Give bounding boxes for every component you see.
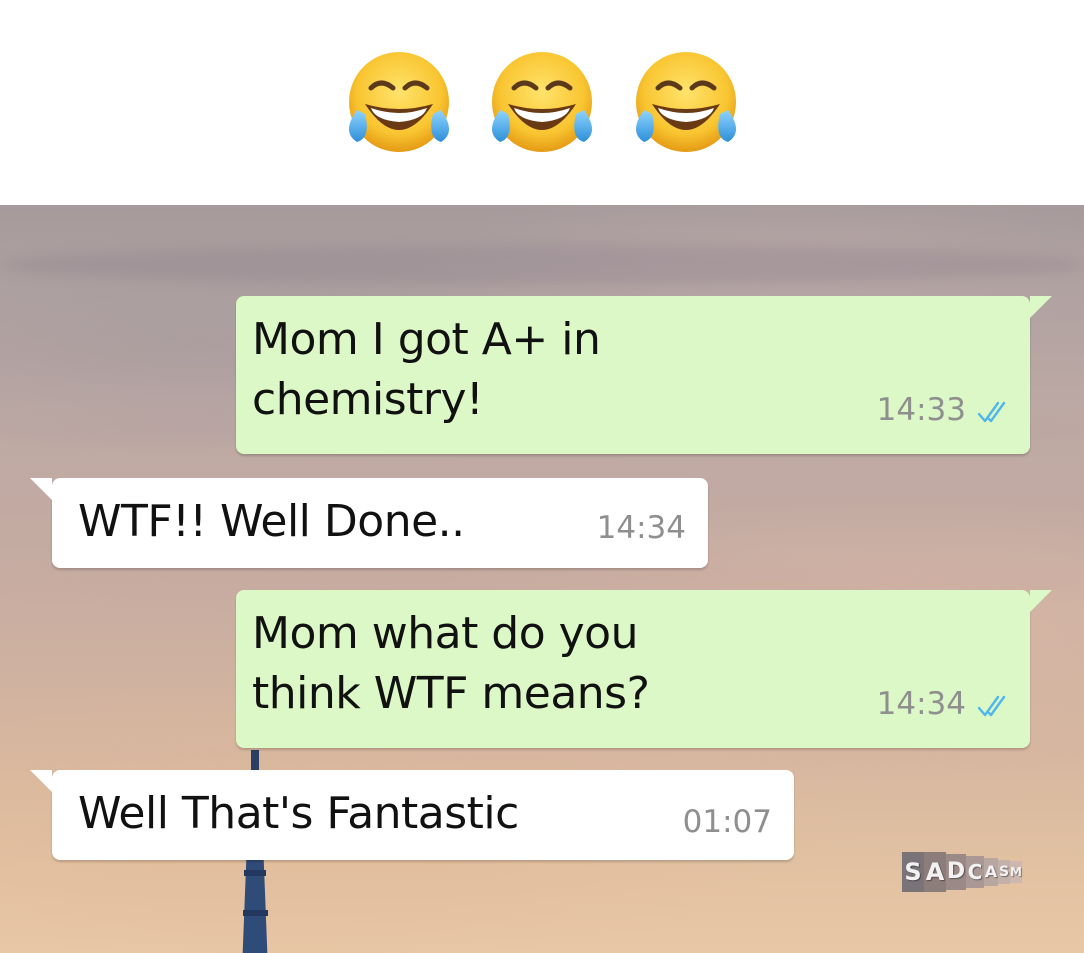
message-line: Mom what do you bbox=[252, 608, 639, 659]
message-line: Mom I got A+ in bbox=[252, 314, 601, 365]
bubble-tail bbox=[1030, 296, 1052, 318]
watermark-letter: C bbox=[966, 856, 984, 888]
message-line: Well That's Fantastic bbox=[78, 788, 519, 839]
message-line: think WTF means? bbox=[252, 668, 650, 719]
bubble-tail bbox=[30, 770, 52, 792]
message-timestamp: 14:33 bbox=[876, 392, 966, 428]
face-with-tears-of-joy-icon bbox=[636, 52, 736, 152]
watermark-letter: A bbox=[984, 858, 998, 886]
message-timestamp: 14:34 bbox=[596, 510, 686, 546]
message-text: Mom what do you think WTF means? bbox=[252, 604, 650, 724]
face-with-tears-of-joy-icon bbox=[349, 52, 449, 152]
cloud-band bbox=[0, 245, 1084, 285]
message-text: Well That's Fantastic bbox=[78, 784, 519, 844]
read-double-check-icon bbox=[977, 695, 1006, 717]
message-text: Mom I got A+ in chemistry! bbox=[252, 310, 601, 430]
watermark-letter: M bbox=[1010, 861, 1022, 883]
watermark-letter: D bbox=[946, 854, 966, 890]
message-line: WTF!! Well Done.. bbox=[78, 496, 465, 547]
bubble-tail bbox=[30, 478, 52, 500]
emoji-header bbox=[0, 0, 1084, 205]
message-bubble-outgoing[interactable]: Mom I got A+ in chemistry! 14:33 bbox=[236, 296, 1052, 454]
face-with-tears-of-joy-icon bbox=[492, 52, 592, 152]
message-text: WTF!! Well Done.. bbox=[78, 492, 465, 552]
bubble-tail bbox=[1030, 590, 1052, 612]
watermark-letter: S bbox=[902, 852, 924, 892]
message-bubble-incoming[interactable]: Well That's Fantastic 01:07 bbox=[30, 770, 794, 860]
read-double-check-icon bbox=[977, 401, 1006, 423]
watermark-letter: S bbox=[998, 860, 1010, 884]
message-bubble-outgoing[interactable]: Mom what do you think WTF means? 14:34 bbox=[236, 590, 1052, 748]
message-timestamp: 01:07 bbox=[682, 804, 772, 840]
message-bubble-incoming[interactable]: WTF!! Well Done.. 14:34 bbox=[30, 478, 708, 568]
watermark-letter: A bbox=[924, 852, 946, 892]
message-timestamp: 14:34 bbox=[876, 686, 966, 722]
sadcasm-watermark-logo: S A D C A S M bbox=[902, 848, 1022, 896]
message-line: chemistry! bbox=[252, 374, 484, 425]
